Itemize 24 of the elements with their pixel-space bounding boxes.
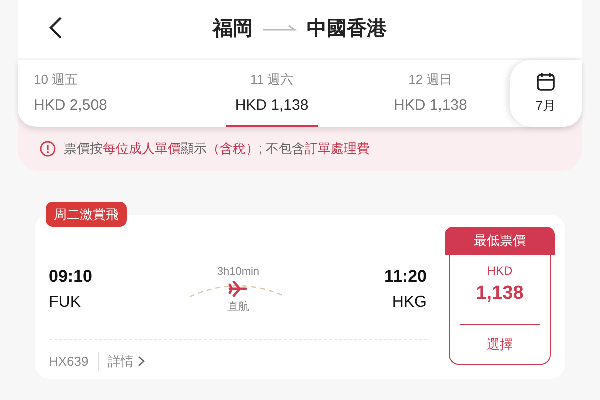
price-amount: 1,138 — [476, 282, 524, 306]
back-icon — [49, 16, 63, 40]
price-currency: HKD — [487, 262, 513, 280]
lowest-price-tag: 最低票價 — [445, 226, 555, 254]
calendar-button[interactable]: 7月 — [510, 60, 582, 127]
date-tab[interactable]: 12 週日 HKD 1,138 — [351, 60, 510, 127]
departure-time: 09:10 — [49, 266, 92, 288]
chevron-right-icon — [138, 356, 145, 367]
alert-icon — [40, 140, 56, 157]
flight-stops: 直航 — [227, 300, 250, 314]
select-button[interactable]: 選擇 — [487, 335, 513, 354]
promo-badge: 周二激賞飛 — [46, 202, 127, 227]
flight-number: HX639 — [49, 352, 99, 371]
calendar-icon — [536, 72, 556, 92]
details-link[interactable]: 詳情 — [98, 352, 145, 371]
date-tab[interactable]: 10 週五 HKD 2,508 — [18, 60, 193, 127]
arrival-airport: HKG — [392, 293, 427, 314]
origin-city: 福岡 — [213, 17, 253, 42]
departure-airport: FUK — [49, 293, 82, 314]
date-tab[interactable]: 11 週六 HKD 1,138 — [192, 60, 352, 127]
price-notice: 票價按每位成人單價顯示（含稅）; 不包含訂單處理費 — [64, 140, 370, 158]
destination-city: 中國香港 — [307, 17, 387, 42]
flight-duration: 3h10min — [217, 265, 260, 280]
arrival-time: 11:20 — [384, 266, 427, 288]
